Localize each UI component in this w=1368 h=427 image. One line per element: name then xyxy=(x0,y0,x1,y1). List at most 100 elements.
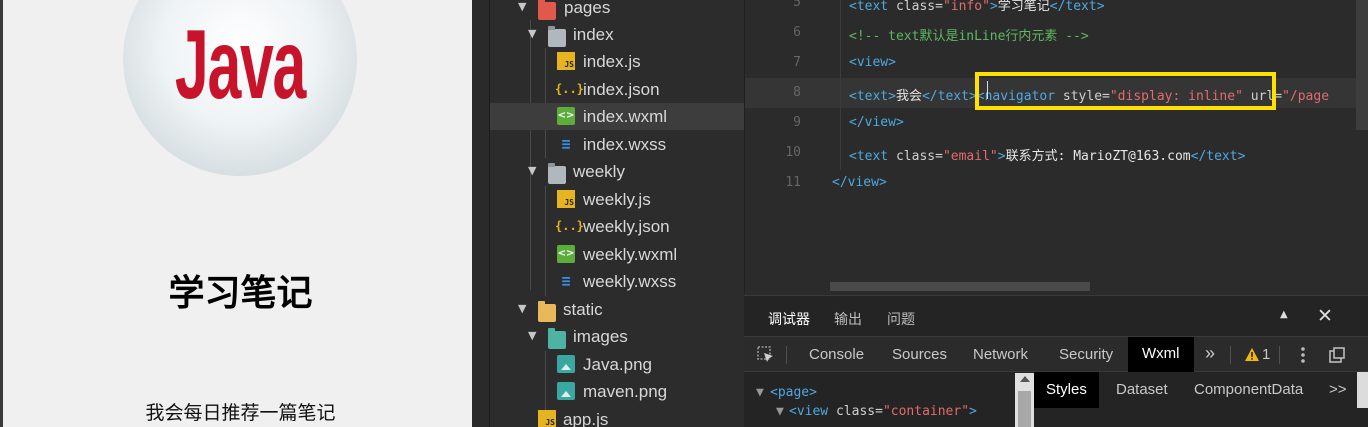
code-token: </text> xyxy=(1049,0,1105,14)
code-token: <text xyxy=(849,0,896,14)
line-number: 8 xyxy=(793,85,801,100)
tab-security[interactable]: Security xyxy=(1059,346,1113,363)
close-icon[interactable]: ✕ xyxy=(1317,305,1333,327)
tab-styles[interactable]: Styles xyxy=(1034,372,1099,408)
image-file-icon xyxy=(557,355,575,373)
devtools-toolbar: Console Sources Network Security Wxml » … xyxy=(744,336,1368,373)
warning-count: 1 xyxy=(1262,346,1271,363)
tree-item-label: index.js xyxy=(583,52,641,71)
code-line: 9 </view> xyxy=(745,108,1368,138)
tree-file-app-js[interactable]: JS app.js xyxy=(490,406,744,427)
code-line: 11 </view> xyxy=(745,168,1368,198)
page-title: 学习笔记 xyxy=(168,273,313,314)
panel-divider[interactable] xyxy=(472,0,490,427)
expand-arrow-icon[interactable]: ▼ xyxy=(756,385,764,400)
tree-item-label: app.js xyxy=(563,410,609,427)
tree-file-weekly-json[interactable]: {..} weekly.json xyxy=(490,213,744,240)
tree-item-label: index.json xyxy=(583,80,660,99)
tree-folder-images[interactable]: ▼ images xyxy=(490,323,744,350)
tab-console[interactable]: Console xyxy=(809,346,864,363)
expand-arrow-icon[interactable]: ▼ xyxy=(776,404,784,419)
tab-wxml[interactable]: Wxml xyxy=(1128,337,1194,373)
simulator-preview: Java 学习笔记 我会每日推荐一篇笔记 xyxy=(0,0,472,427)
image-file-icon xyxy=(557,382,575,400)
tree-item-label: static xyxy=(563,300,603,319)
intro-text: 我会每日推荐一篇笔记 xyxy=(145,402,336,424)
horizontal-scrollbar[interactable] xyxy=(830,282,1090,291)
tree-folder-pages[interactable]: ▼ pages xyxy=(490,0,744,21)
code-token: </text> xyxy=(1190,149,1246,164)
element-node-view[interactable]: <view class="container"> xyxy=(789,404,977,419)
tree-item-label: weekly.js xyxy=(583,190,651,209)
tree-item-label: pages xyxy=(564,0,611,17)
code-token: > xyxy=(969,404,977,419)
chevron-down-icon[interactable]: ▼ xyxy=(528,164,536,177)
line-number: 10 xyxy=(785,145,801,160)
chevron-down-icon[interactable]: ▼ xyxy=(528,27,536,40)
caret-up-icon[interactable]: ▲ xyxy=(1280,309,1288,320)
tree-file-weekly-wxml[interactable]: <> weekly.wxml xyxy=(490,241,744,268)
tab-componentdata[interactable]: ComponentData xyxy=(1194,381,1303,398)
file-explorer: ▼ pages ▼ index JS index.js {..} index.j… xyxy=(490,0,744,427)
elements-scrollbar[interactable] xyxy=(1015,373,1034,427)
json-file-icon: {..} xyxy=(555,82,584,96)
code-token: 我会 xyxy=(895,89,922,104)
code-token: </view> xyxy=(849,115,904,130)
code-line: 6 <!-- text默认是inLine行内元素 --> xyxy=(745,18,1368,48)
code-line: 5 <text class="info">学习笔记</text> xyxy=(745,0,1368,18)
tree-file-index-wxml[interactable]: <> index.wxml xyxy=(490,103,744,130)
js-file-icon: JS xyxy=(557,190,575,208)
more-tabs-button[interactable]: » xyxy=(1205,343,1215,364)
vertical-scrollbar[interactable] xyxy=(1356,0,1368,130)
text-cursor xyxy=(987,81,988,99)
tab-debugger[interactable]: 调试器 xyxy=(768,309,810,338)
element-node-page[interactable]: <page> xyxy=(770,385,817,400)
inspect-element-icon[interactable] xyxy=(756,345,776,365)
tree-file-index-wxss[interactable]: ≡ index.wxss xyxy=(490,131,744,158)
folder-pages-icon xyxy=(538,0,556,20)
sidepanel-scrollbar[interactable] xyxy=(1357,372,1368,408)
code-token: "/page xyxy=(1282,89,1330,104)
line-number: 5 xyxy=(793,0,801,10)
code-token: </view> xyxy=(832,175,887,190)
chevron-down-icon[interactable]: ▼ xyxy=(518,302,526,315)
tab-network[interactable]: Network xyxy=(973,346,1028,363)
chevron-down-icon[interactable]: ▼ xyxy=(518,0,526,13)
code-token: <view xyxy=(789,404,829,419)
code-token: "info" xyxy=(942,0,990,14)
code-token: > xyxy=(989,0,998,14)
tree-file-java-png[interactable]: Java.png xyxy=(490,351,744,378)
scroll-thumb[interactable] xyxy=(1018,391,1031,427)
tab-sources[interactable]: Sources xyxy=(892,346,947,363)
tree-folder-static[interactable]: ▼ static xyxy=(490,296,744,323)
scroll-up-icon[interactable] xyxy=(1020,376,1030,382)
indent-guide xyxy=(840,0,841,170)
code-token: 学习笔记 xyxy=(997,0,1050,14)
code-editor[interactable]: 5 <text class="info">学习笔记</text> 6 <!-- … xyxy=(744,0,1368,295)
tree-folder-weekly[interactable]: ▼ weekly xyxy=(490,158,744,185)
toolbar-divider xyxy=(786,346,787,364)
kebab-menu-icon[interactable] xyxy=(1300,346,1306,364)
wxss-file-icon: ≡ xyxy=(561,135,571,153)
chevron-down-icon[interactable]: ▼ xyxy=(528,329,536,342)
tree-file-index-json[interactable]: {..} index.json xyxy=(490,76,744,103)
tab-output[interactable]: 输出 xyxy=(834,309,862,329)
js-file-icon: JS xyxy=(538,410,556,427)
warning-icon[interactable] xyxy=(1244,347,1260,363)
js-file-icon: JS xyxy=(557,52,575,70)
tree-file-index-js[interactable]: JS index.js xyxy=(490,48,744,75)
more-side-tabs-button[interactable]: >> xyxy=(1329,381,1347,398)
tab-problems[interactable]: 问题 xyxy=(887,309,915,329)
toolbar-divider xyxy=(1279,346,1280,364)
tree-file-weekly-js[interactable]: JS weekly.js xyxy=(490,186,744,213)
line-number: 9 xyxy=(793,115,801,130)
tree-item-label: Java.png xyxy=(583,355,652,374)
tree-file-weekly-wxss[interactable]: ≡ weekly.wxss xyxy=(490,268,744,295)
tree-folder-index[interactable]: ▼ index xyxy=(490,21,744,48)
tab-dataset[interactable]: Dataset xyxy=(1116,381,1168,398)
undock-icon[interactable] xyxy=(1328,346,1346,364)
code-token: "email" xyxy=(942,149,998,164)
tree-file-maven-png[interactable]: maven.png xyxy=(490,378,744,405)
code-token: </text> xyxy=(921,89,977,104)
tree-item-label: index xyxy=(573,25,614,44)
